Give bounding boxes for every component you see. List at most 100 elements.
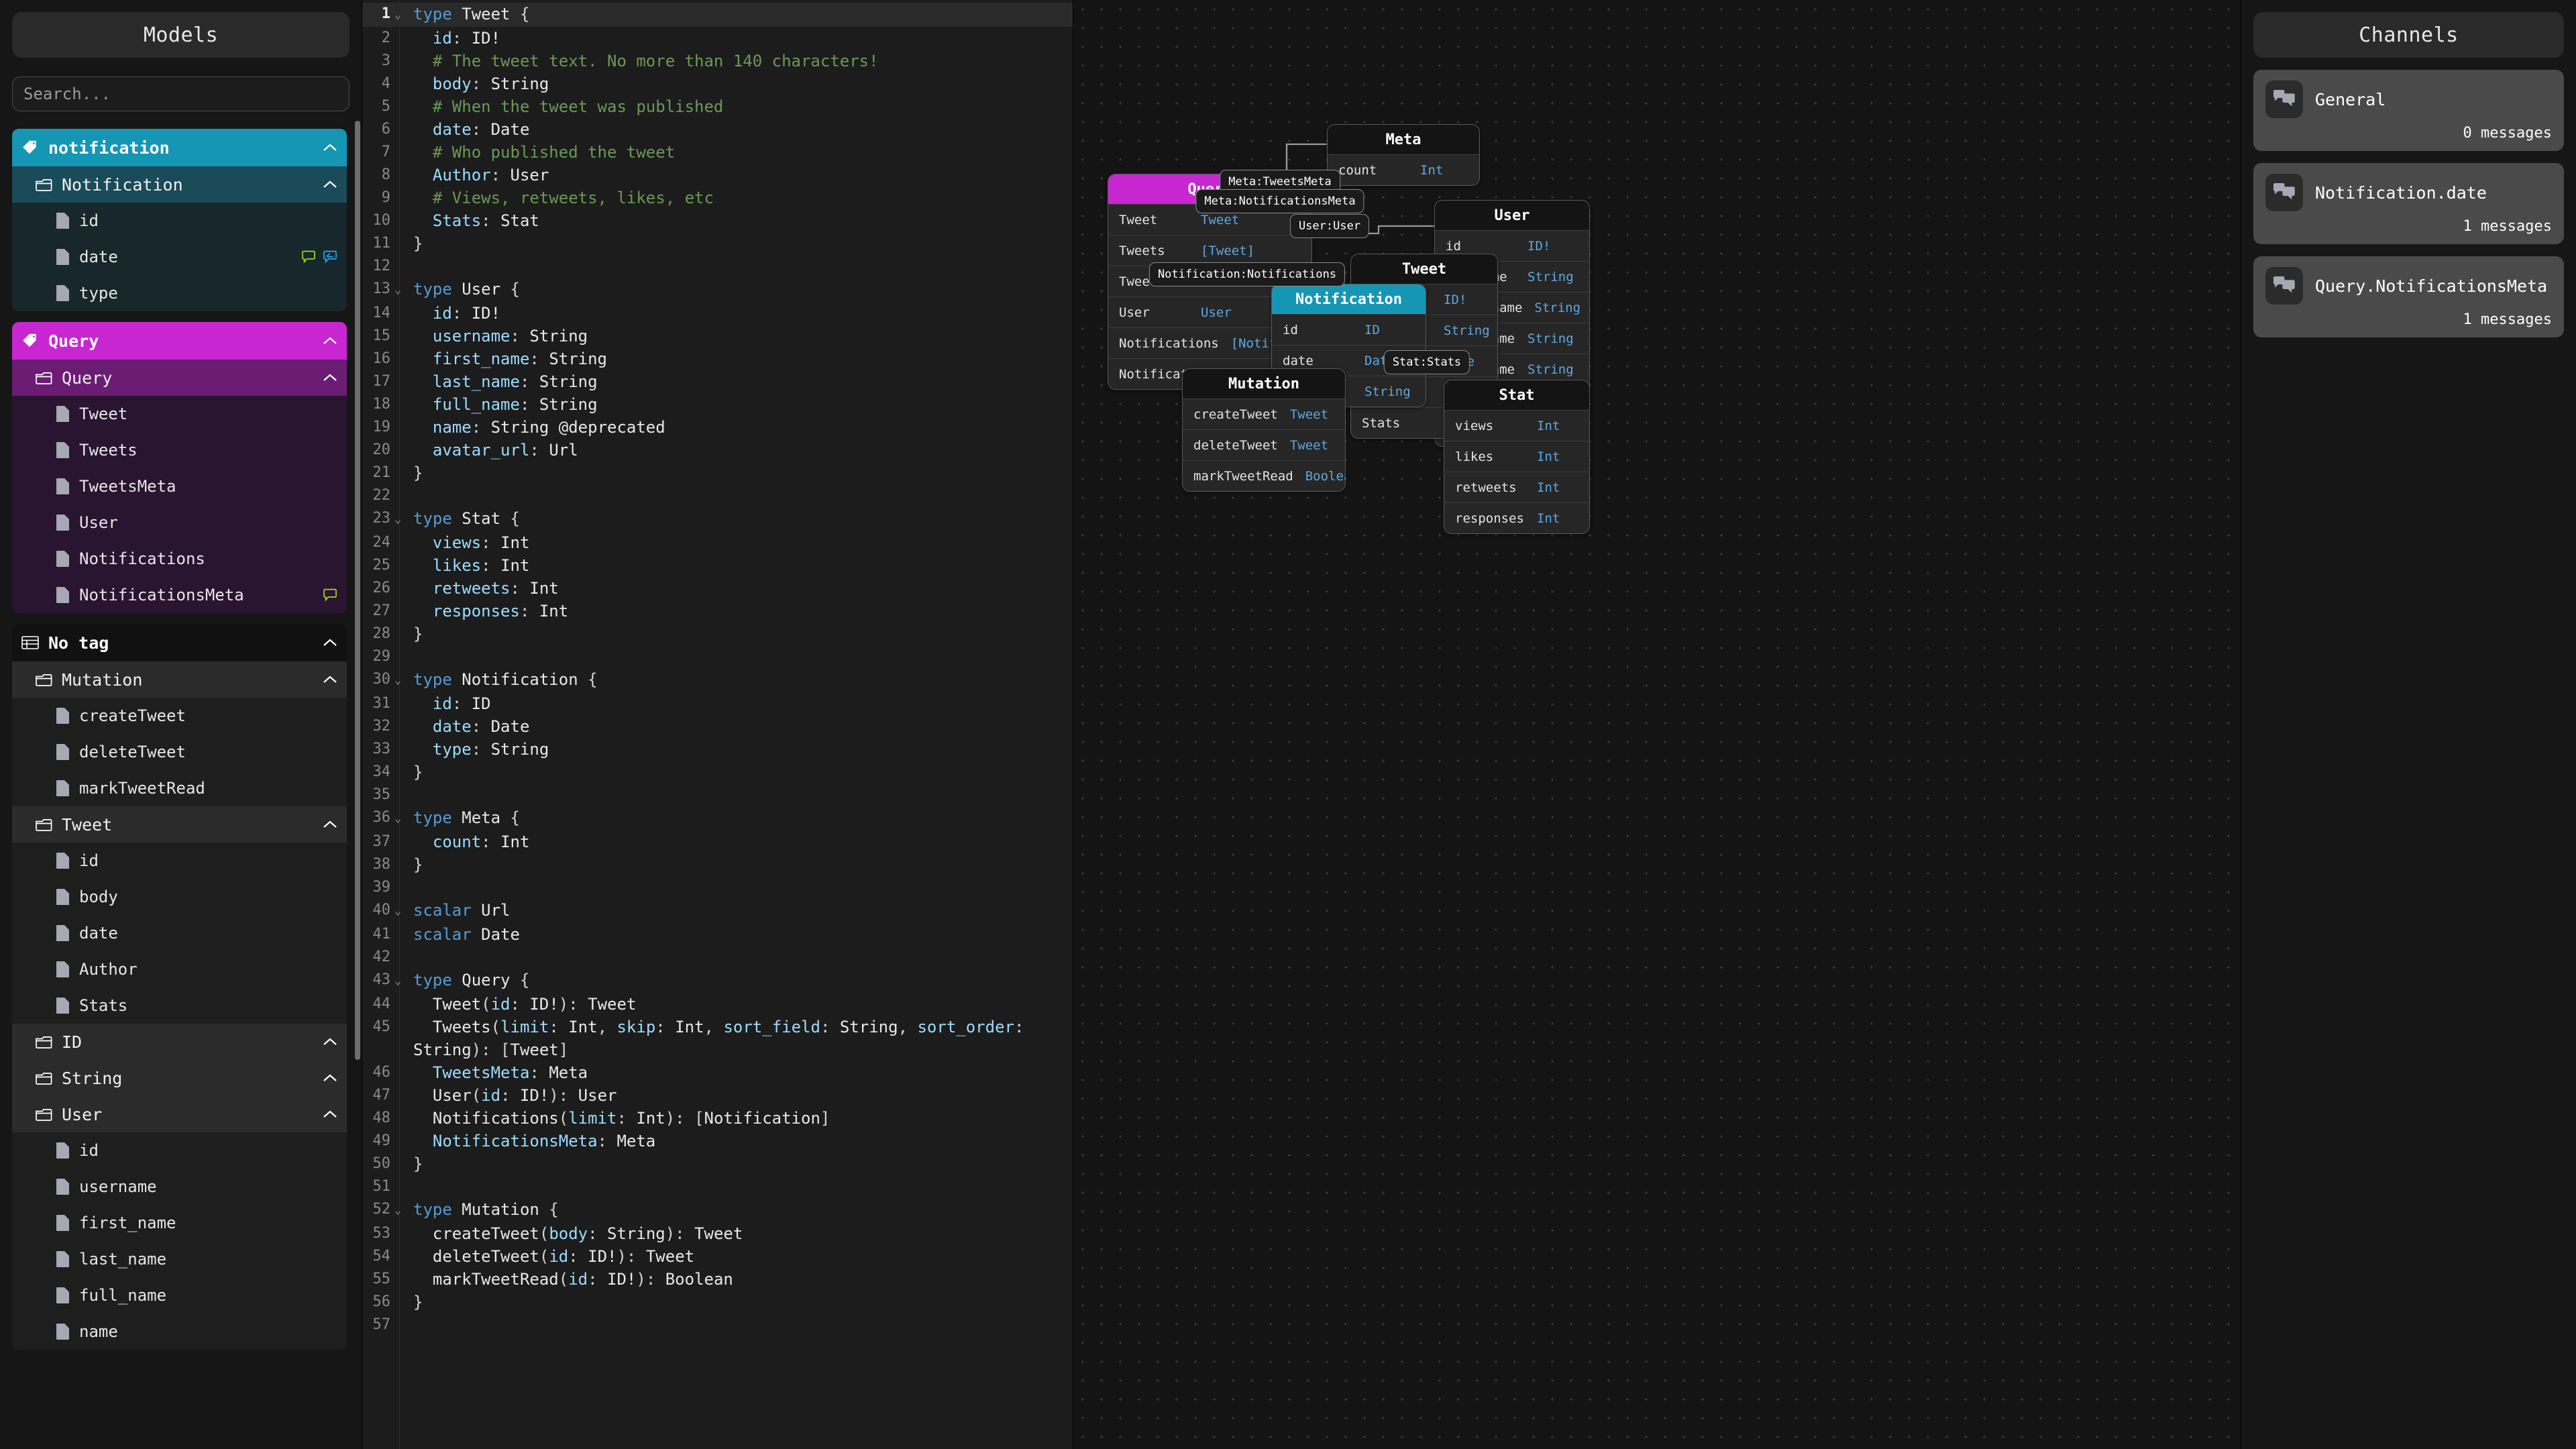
diagram-node-stat[interactable]: Stat views Int likes Int retweets Int responses… bbox=[1444, 380, 1590, 534]
node-field-row[interactable]: markTweetRead Boolean bbox=[1183, 460, 1345, 491]
folder-header-tweet[interactable]: Tweet bbox=[12, 806, 347, 843]
code-line[interactable]: 55 markTweetRead(id: ID!): Boolean bbox=[362, 1268, 1073, 1291]
code-editor[interactable]: 1 ⌄ type Tweet {2 id: ID! 3 # The tweet tex… bbox=[362, 0, 1073, 1449]
node-field-row[interactable]: retweets Int bbox=[1444, 472, 1589, 502]
code-line[interactable]: 45 Tweets(limit: Int, skip: Int, sort_fi… bbox=[362, 1016, 1073, 1061]
fold-toggle-icon[interactable]: ⌄ bbox=[390, 507, 405, 531]
tree-field-item[interactable]: name bbox=[12, 1313, 347, 1350]
code-line[interactable]: 41 scalar Date bbox=[362, 923, 1073, 946]
node-field-row[interactable]: views Int bbox=[1444, 410, 1589, 441]
code-line[interactable]: 40 ⌄ scalar Url bbox=[362, 899, 1073, 923]
code-line[interactable]: 4 body: String bbox=[362, 72, 1073, 95]
chevron-up-icon[interactable] bbox=[323, 180, 337, 189]
tag-header-notification[interactable]: notification bbox=[12, 129, 347, 166]
code-line[interactable]: 17 last_name: String bbox=[362, 370, 1073, 393]
code-line[interactable]: 50} bbox=[362, 1152, 1073, 1175]
tree-field-item[interactable]: markTweetRead bbox=[12, 770, 347, 806]
sidebar-scrollbar[interactable] bbox=[355, 121, 360, 1060]
tree-field-item[interactable]: id bbox=[12, 1132, 347, 1169]
code-line[interactable]: 16 first_name: String bbox=[362, 347, 1073, 370]
channel-item[interactable]: Notification.date 1 messages bbox=[2253, 163, 2564, 244]
comment-green-icon[interactable] bbox=[301, 250, 316, 264]
diagram-node-meta[interactable]: Meta count Int bbox=[1327, 124, 1480, 186]
code-line[interactable]: 44 Tweet(id: ID!): Tweet bbox=[362, 993, 1073, 1016]
tree-field-item[interactable]: Notifications bbox=[12, 541, 347, 577]
code-line[interactable]: 48 Notifications(limit: Int): [Notificat… bbox=[362, 1107, 1073, 1130]
chevron-up-icon[interactable] bbox=[323, 1073, 337, 1083]
fold-toggle-icon[interactable]: ⌄ bbox=[390, 278, 405, 302]
tree-field-item[interactable]: type bbox=[12, 275, 347, 311]
code-line[interactable]: 39 bbox=[362, 876, 1073, 899]
code-line[interactable]: 11} bbox=[362, 232, 1073, 255]
chevron-up-icon[interactable] bbox=[323, 1037, 337, 1046]
tree-field-item[interactable]: last_name bbox=[12, 1241, 347, 1277]
tree-field-item[interactable]: date bbox=[12, 915, 347, 951]
code-line[interactable]: 13 ⌄ type User { bbox=[362, 278, 1073, 302]
comment-blue-icon[interactable] bbox=[323, 250, 337, 264]
code-line[interactable]: 2 id: ID! bbox=[362, 27, 1073, 50]
code-line[interactable]: 54 deleteTweet(id: ID!): Tweet bbox=[362, 1245, 1073, 1268]
chevron-up-icon[interactable] bbox=[323, 373, 337, 382]
code-line[interactable]: 1 ⌄ type Tweet { bbox=[362, 3, 1073, 27]
code-line[interactable]: 37 count: Int bbox=[362, 830, 1073, 853]
code-line[interactable]: 5 # When the tweet was published bbox=[362, 95, 1073, 118]
code-line[interactable]: 9 # Views, retweets, likes, etc bbox=[362, 186, 1073, 209]
diagram-node-mutation[interactable]: Mutation createTweet Tweet deleteTweet Tweet… bbox=[1182, 368, 1346, 492]
code-line[interactable]: 8 Author: User bbox=[362, 164, 1073, 186]
code-line[interactable]: 25 likes: Int bbox=[362, 554, 1073, 577]
code-line[interactable]: 32 date: Date bbox=[362, 715, 1073, 738]
code-line[interactable]: 28} bbox=[362, 623, 1073, 645]
code-line[interactable]: 29 bbox=[362, 645, 1073, 668]
folder-header-mutation[interactable]: Mutation bbox=[12, 661, 347, 698]
code-line[interactable]: 33 type: String bbox=[362, 738, 1073, 761]
code-line[interactable]: 46 TweetsMeta: Meta bbox=[362, 1061, 1073, 1084]
folder-header-id[interactable]: ID bbox=[12, 1024, 347, 1060]
tree-field-item[interactable]: createTweet bbox=[12, 698, 347, 734]
tag-header-no-tag[interactable]: No tag bbox=[12, 624, 347, 661]
fold-toggle-icon[interactable]: ⌄ bbox=[390, 806, 405, 830]
tree-field-item[interactable]: id bbox=[12, 203, 347, 239]
search-input[interactable] bbox=[12, 76, 350, 111]
code-line[interactable]: 20 avatar_url: Url bbox=[362, 439, 1073, 462]
tree-field-item[interactable]: Author bbox=[12, 951, 347, 987]
chevron-up-icon[interactable] bbox=[323, 675, 337, 684]
code-content[interactable]: 1 ⌄ type Tweet {2 id: ID! 3 # The tweet tex… bbox=[362, 0, 1073, 1336]
tree-field-item[interactable]: Tweets bbox=[12, 432, 347, 468]
folder-header-query[interactable]: Query bbox=[12, 360, 347, 396]
code-line[interactable]: 22 bbox=[362, 484, 1073, 507]
tree-field-item[interactable]: username bbox=[12, 1169, 347, 1205]
schema-diagram-canvas[interactable]: MetacountIntQueryTweetTweetTweets[Tweet]… bbox=[1073, 0, 2241, 1449]
code-line[interactable]: 18 full_name: String bbox=[362, 393, 1073, 416]
code-line[interactable]: 12 bbox=[362, 255, 1073, 278]
code-line[interactable]: 36 ⌄ type Meta { bbox=[362, 806, 1073, 830]
tree-field-item[interactable]: id bbox=[12, 843, 347, 879]
node-field-row[interactable]: createTweet Tweet bbox=[1183, 398, 1345, 429]
fold-toggle-icon[interactable]: ⌄ bbox=[390, 3, 405, 27]
tree-field-item[interactable]: deleteTweet bbox=[12, 734, 347, 770]
code-line[interactable]: 3 # The tweet text. No more than 140 cha… bbox=[362, 50, 1073, 72]
edge-label-stat-stats[interactable]: Stat:Stats bbox=[1383, 350, 1470, 374]
tree-field-item[interactable]: User bbox=[12, 504, 347, 541]
code-line[interactable]: 31 id: ID bbox=[362, 692, 1073, 715]
tree-field-item[interactable]: body bbox=[12, 879, 347, 915]
edge-label-user-user[interactable]: User:User bbox=[1289, 214, 1370, 238]
code-line[interactable]: 51 bbox=[362, 1175, 1073, 1198]
code-line[interactable]: 42 bbox=[362, 946, 1073, 969]
comment-green-icon[interactable] bbox=[323, 588, 337, 602]
node-field-row[interactable]: responses Int bbox=[1444, 502, 1589, 533]
chevron-up-icon[interactable] bbox=[323, 143, 337, 152]
code-line[interactable]: 27 responses: Int bbox=[362, 600, 1073, 623]
code-line[interactable]: 21} bbox=[362, 462, 1073, 484]
code-line[interactable]: 53 createTweet(body: String): Tweet bbox=[362, 1222, 1073, 1245]
code-line[interactable]: 15 username: String bbox=[362, 325, 1073, 347]
edge-label-meta-notificationsmeta[interactable]: Meta:NotificationsMeta bbox=[1195, 189, 1364, 213]
tree-field-item[interactable]: NotificationsMeta bbox=[12, 577, 347, 613]
fold-toggle-icon[interactable]: ⌄ bbox=[390, 899, 405, 923]
edge-label-notification-notifications[interactable]: Notification:Notifications bbox=[1148, 262, 1346, 286]
code-line[interactable]: 47 User(id: ID!): User bbox=[362, 1084, 1073, 1107]
code-line[interactable]: 26 retweets: Int bbox=[362, 577, 1073, 600]
code-line[interactable]: 56} bbox=[362, 1291, 1073, 1313]
code-line[interactable]: 34} bbox=[362, 761, 1073, 784]
folder-header-notification[interactable]: Notification bbox=[12, 166, 347, 203]
code-line[interactable]: 10 Stats: Stat bbox=[362, 209, 1073, 232]
